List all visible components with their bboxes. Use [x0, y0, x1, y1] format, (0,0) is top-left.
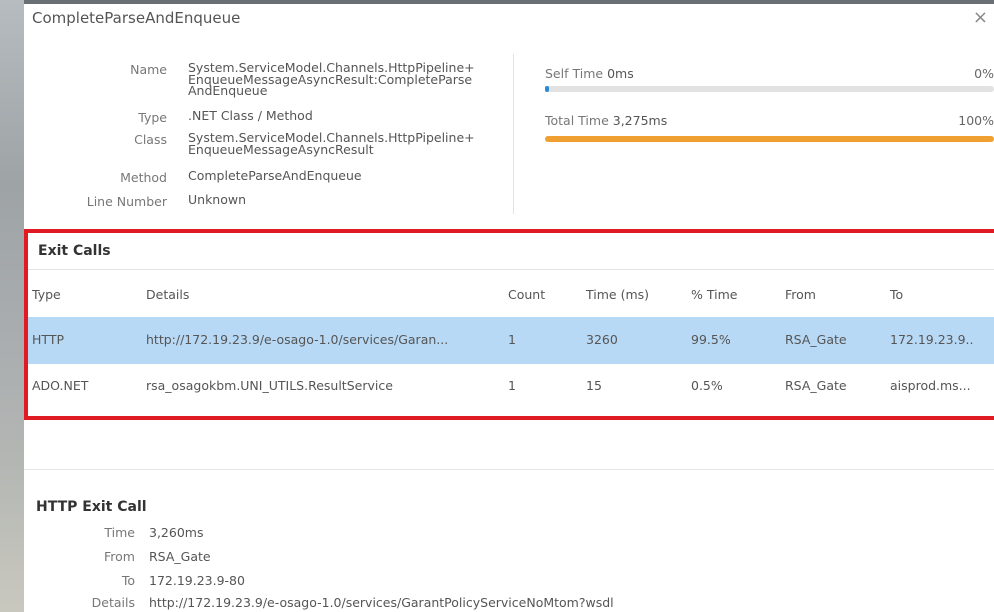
cell-type: HTTP: [32, 332, 64, 347]
http-details-value[interactable]: http://172.19.23.9/e-osago-1.0/services/…: [149, 595, 614, 610]
cell-time: 3260: [586, 332, 618, 347]
cell-from: RSA_Gate: [785, 332, 847, 347]
exit-calls-title: Exit Calls: [38, 243, 111, 259]
column-header-count[interactable]: Count: [508, 287, 545, 302]
class-label: Class: [134, 132, 167, 147]
method-label: Method: [120, 170, 167, 185]
http-to-label: To: [121, 573, 135, 588]
call-detail-panel: CompleteParseAndEnqueue × Name System.Se…: [24, 4, 994, 612]
line-number-label: Line Number: [86, 194, 167, 209]
http-time-label: Time: [104, 525, 135, 540]
background-left: [0, 0, 24, 612]
close-icon[interactable]: ×: [973, 7, 988, 28]
http-from-label: From: [104, 549, 135, 564]
total-time-label: Total Time: [545, 113, 609, 128]
total-time-percent: 100%: [958, 113, 994, 128]
column-header-from[interactable]: From: [785, 287, 816, 302]
exit-calls-header-divider: [28, 269, 994, 270]
vertical-divider: [513, 54, 514, 214]
http-exit-call-title: HTTP Exit Call: [36, 499, 147, 515]
total-time-bar-fill: [545, 136, 994, 142]
table-row[interactable]: ADO.NET rsa_osagokbm.UNI_UTILS.ResultSer…: [28, 364, 994, 409]
cell-percent-time: 99.5%: [691, 332, 731, 347]
self-time-bar: [545, 86, 994, 92]
cell-to: 172.19.23.9..: [890, 332, 974, 347]
name-label: Name: [130, 62, 167, 77]
total-time-value: 3,275ms: [612, 113, 668, 128]
cell-from: RSA_Gate: [785, 378, 847, 393]
column-header-details[interactable]: Details: [146, 287, 189, 302]
column-header-time[interactable]: Time (ms): [586, 287, 649, 302]
self-time-metric: Self Time 0ms: [545, 66, 634, 81]
http-from-value: RSA_Gate: [149, 549, 211, 564]
self-time-label: Self Time: [545, 66, 604, 81]
section-divider: [24, 469, 994, 470]
cell-time: 15: [586, 378, 602, 393]
http-to-value: 172.19.23.9-80: [149, 573, 245, 588]
cell-percent-time: 0.5%: [691, 378, 723, 393]
column-header-type[interactable]: Type: [32, 287, 61, 302]
self-time-bar-fill: [545, 86, 550, 92]
self-time-value: 0ms: [607, 66, 634, 81]
cell-count: 1: [508, 332, 516, 347]
column-header-percent-time[interactable]: % Time: [691, 287, 737, 302]
self-time-percent: 0%: [974, 66, 994, 81]
total-time-metric: Total Time 3,275ms: [545, 113, 667, 128]
panel-title: CompleteParseAndEnqueue: [32, 9, 241, 27]
cell-details: http://172.19.23.9/e-osago-1.0/services/…: [146, 332, 449, 347]
exit-calls-section: Exit Calls Type Details Count Time (ms) …: [24, 229, 994, 420]
table-row-selected[interactable]: HTTP http://172.19.23.9/e-osago-1.0/serv…: [28, 317, 994, 364]
total-time-bar: [545, 136, 994, 142]
cell-type: ADO.NET: [32, 378, 89, 393]
http-details-label: Details: [91, 595, 135, 610]
method-value: CompleteParseAndEnqueue: [188, 168, 362, 183]
http-time-value: 3,260ms: [149, 525, 204, 540]
line-number-value: Unknown: [188, 192, 247, 207]
cell-count: 1: [508, 378, 516, 393]
cell-to: aisprod.ms...: [890, 378, 971, 393]
column-header-to[interactable]: To: [890, 287, 903, 302]
class-value: System.ServiceModel.Channels.HttpPipelin…: [188, 130, 475, 157]
type-value: .NET Class / Method: [188, 108, 313, 123]
name-value: System.ServiceModel.Channels.HttpPipelin…: [188, 60, 475, 98]
cell-details: rsa_osagokbm.UNI_UTILS.ResultService: [146, 378, 393, 393]
type-label: Type: [138, 110, 167, 125]
